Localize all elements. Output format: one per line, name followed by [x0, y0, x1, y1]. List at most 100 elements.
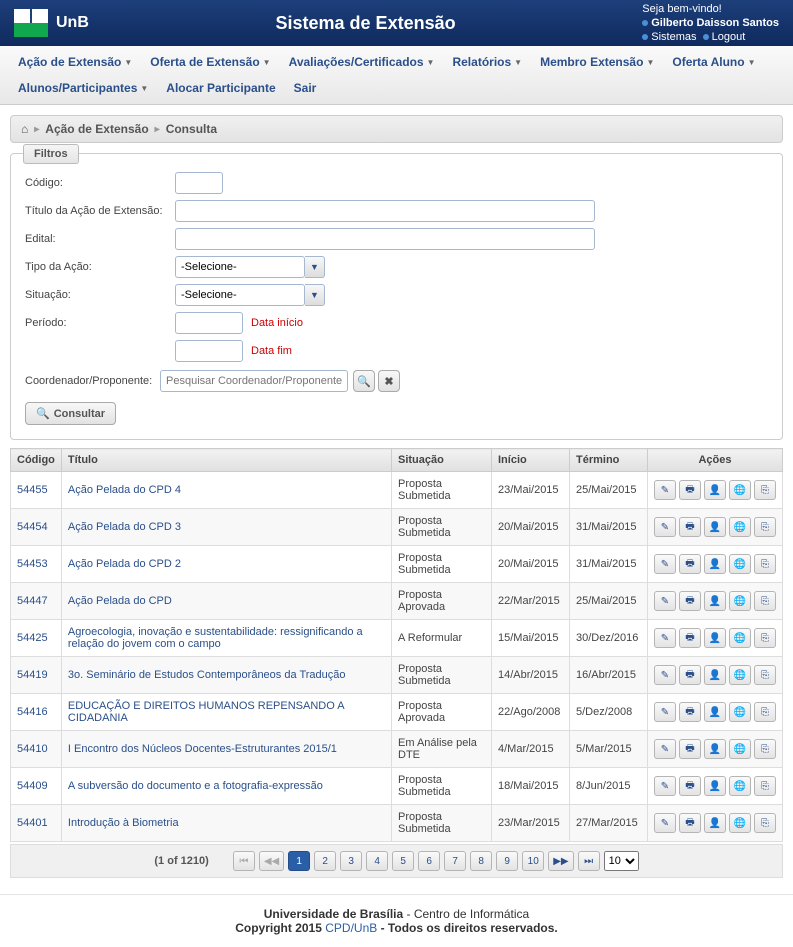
page-button[interactable]: 8 — [470, 851, 492, 871]
edit-button[interactable]: ✎ — [654, 480, 676, 500]
cell-titulo[interactable]: Agroecologia, inovação e sustentabilidad… — [61, 620, 391, 657]
link-button[interactable]: ⎘ — [754, 813, 776, 833]
next-page-button[interactable]: ▶▶ — [548, 851, 573, 871]
menu-item[interactable]: Relatórios▼ — [444, 50, 530, 74]
cell-titulo[interactable]: 3o. Seminário de Estudos Contemporâneos … — [61, 657, 391, 694]
col-codigo[interactable]: Código — [11, 449, 62, 472]
link-button[interactable]: ⎘ — [754, 554, 776, 574]
user-button[interactable]: 👤 — [704, 591, 726, 611]
user-button[interactable]: 👤 — [704, 517, 726, 537]
globe-button[interactable]: 🌐 — [729, 517, 751, 537]
last-page-button[interactable]: ⏭ — [578, 851, 600, 871]
page-button[interactable]: 5 — [392, 851, 414, 871]
globe-button[interactable]: 🌐 — [729, 554, 751, 574]
link-button[interactable]: ⎘ — [754, 776, 776, 796]
footer-link[interactable]: CPD/UnB — [325, 921, 377, 935]
menu-item[interactable]: Alocar Participante — [158, 76, 283, 100]
page-size-select[interactable]: 10 — [604, 851, 639, 871]
edit-button[interactable]: ✎ — [654, 702, 676, 722]
chevron-down-icon[interactable]: ▼ — [305, 284, 325, 306]
globe-button[interactable]: 🌐 — [729, 739, 751, 759]
col-termino[interactable]: Término — [570, 449, 648, 472]
globe-button[interactable]: 🌐 — [729, 591, 751, 611]
print-button[interactable]: 🖶 — [679, 480, 701, 500]
cell-titulo[interactable]: I Encontro dos Núcleos Docentes-Estrutur… — [61, 731, 391, 768]
user-button[interactable]: 👤 — [704, 628, 726, 648]
menu-item[interactable]: Oferta Aluno▼ — [664, 50, 763, 74]
print-button[interactable]: 🖶 — [679, 554, 701, 574]
input-coordenador[interactable] — [160, 370, 348, 392]
input-codigo[interactable] — [175, 172, 223, 194]
input-data-inicio[interactable] — [175, 312, 243, 334]
cell-titulo[interactable]: Ação Pelada do CPD 3 — [61, 509, 391, 546]
page-button[interactable]: 9 — [496, 851, 518, 871]
user-button[interactable]: 👤 — [704, 776, 726, 796]
search-coord-button[interactable]: 🔍 — [353, 370, 375, 392]
page-button[interactable]: 4 — [366, 851, 388, 871]
link-button[interactable]: ⎘ — [754, 591, 776, 611]
edit-button[interactable]: ✎ — [654, 517, 676, 537]
page-button[interactable]: 7 — [444, 851, 466, 871]
link-button[interactable]: ⎘ — [754, 739, 776, 759]
page-button[interactable]: 1 — [288, 851, 310, 871]
col-titulo[interactable]: Título — [61, 449, 391, 472]
col-inicio[interactable]: Início — [492, 449, 570, 472]
menu-item[interactable]: Avaliações/Certificados▼ — [281, 50, 443, 74]
link-button[interactable]: ⎘ — [754, 702, 776, 722]
page-button[interactable]: 10 — [522, 851, 544, 871]
first-page-button[interactable]: ⏮ — [233, 851, 255, 871]
input-titulo[interactable] — [175, 200, 595, 222]
input-edital[interactable] — [175, 228, 595, 250]
menu-item[interactable]: Alunos/Participantes▼ — [10, 76, 156, 100]
globe-button[interactable]: 🌐 — [729, 665, 751, 685]
user-button[interactable]: 👤 — [704, 665, 726, 685]
globe-button[interactable]: 🌐 — [729, 776, 751, 796]
breadcrumb-l1[interactable]: Ação de Extensão — [45, 122, 148, 136]
edit-button[interactable]: ✎ — [654, 665, 676, 685]
user-button[interactable]: 👤 — [704, 739, 726, 759]
cell-titulo[interactable]: EDUCAÇÃO E DIREITOS HUMANOS REPENSANDO A… — [61, 694, 391, 731]
cell-titulo[interactable]: A subversão do documento e a fotografia-… — [61, 768, 391, 805]
print-button[interactable]: 🖶 — [679, 739, 701, 759]
cell-titulo[interactable]: Ação Pelada do CPD 4 — [61, 472, 391, 509]
link-button[interactable]: ⎘ — [754, 665, 776, 685]
user-button[interactable]: 👤 — [704, 480, 726, 500]
cell-titulo[interactable]: Introdução à Biometria — [61, 805, 391, 842]
consultar-button[interactable]: 🔍 Consultar — [25, 402, 116, 425]
print-button[interactable]: 🖶 — [679, 702, 701, 722]
edit-button[interactable]: ✎ — [654, 554, 676, 574]
chevron-down-icon[interactable]: ▼ — [305, 256, 325, 278]
menu-item[interactable]: Sair — [286, 76, 325, 100]
print-button[interactable]: 🖶 — [679, 517, 701, 537]
menu-item[interactable]: Oferta de Extensão▼ — [142, 50, 278, 74]
prev-page-button[interactable]: ◀◀ — [259, 851, 284, 871]
link-button[interactable]: ⎘ — [754, 480, 776, 500]
select-situacao[interactable] — [175, 284, 305, 306]
select-tipo[interactable] — [175, 256, 305, 278]
edit-button[interactable]: ✎ — [654, 591, 676, 611]
print-button[interactable]: 🖶 — [679, 591, 701, 611]
globe-button[interactable]: 🌐 — [729, 813, 751, 833]
input-data-fim[interactable] — [175, 340, 243, 362]
link-logout[interactable]: Logout — [712, 31, 746, 43]
globe-button[interactable]: 🌐 — [729, 480, 751, 500]
edit-button[interactable]: ✎ — [654, 776, 676, 796]
print-button[interactable]: 🖶 — [679, 665, 701, 685]
home-icon[interactable]: ⌂ — [21, 122, 28, 136]
cell-titulo[interactable]: Ação Pelada do CPD 2 — [61, 546, 391, 583]
edit-button[interactable]: ✎ — [654, 739, 676, 759]
globe-button[interactable]: 🌐 — [729, 628, 751, 648]
menu-item[interactable]: Membro Extensão▼ — [532, 50, 662, 74]
globe-button[interactable]: 🌐 — [729, 702, 751, 722]
cell-titulo[interactable]: Ação Pelada do CPD — [61, 583, 391, 620]
page-button[interactable]: 2 — [314, 851, 336, 871]
link-button[interactable]: ⎘ — [754, 517, 776, 537]
clear-coord-button[interactable]: ✖ — [378, 370, 400, 392]
menu-item[interactable]: Ação de Extensão▼ — [10, 50, 140, 74]
print-button[interactable]: 🖶 — [679, 628, 701, 648]
edit-button[interactable]: ✎ — [654, 628, 676, 648]
user-button[interactable]: 👤 — [704, 554, 726, 574]
col-situacao[interactable]: Situação — [392, 449, 492, 472]
edit-button[interactable]: ✎ — [654, 813, 676, 833]
page-button[interactable]: 6 — [418, 851, 440, 871]
